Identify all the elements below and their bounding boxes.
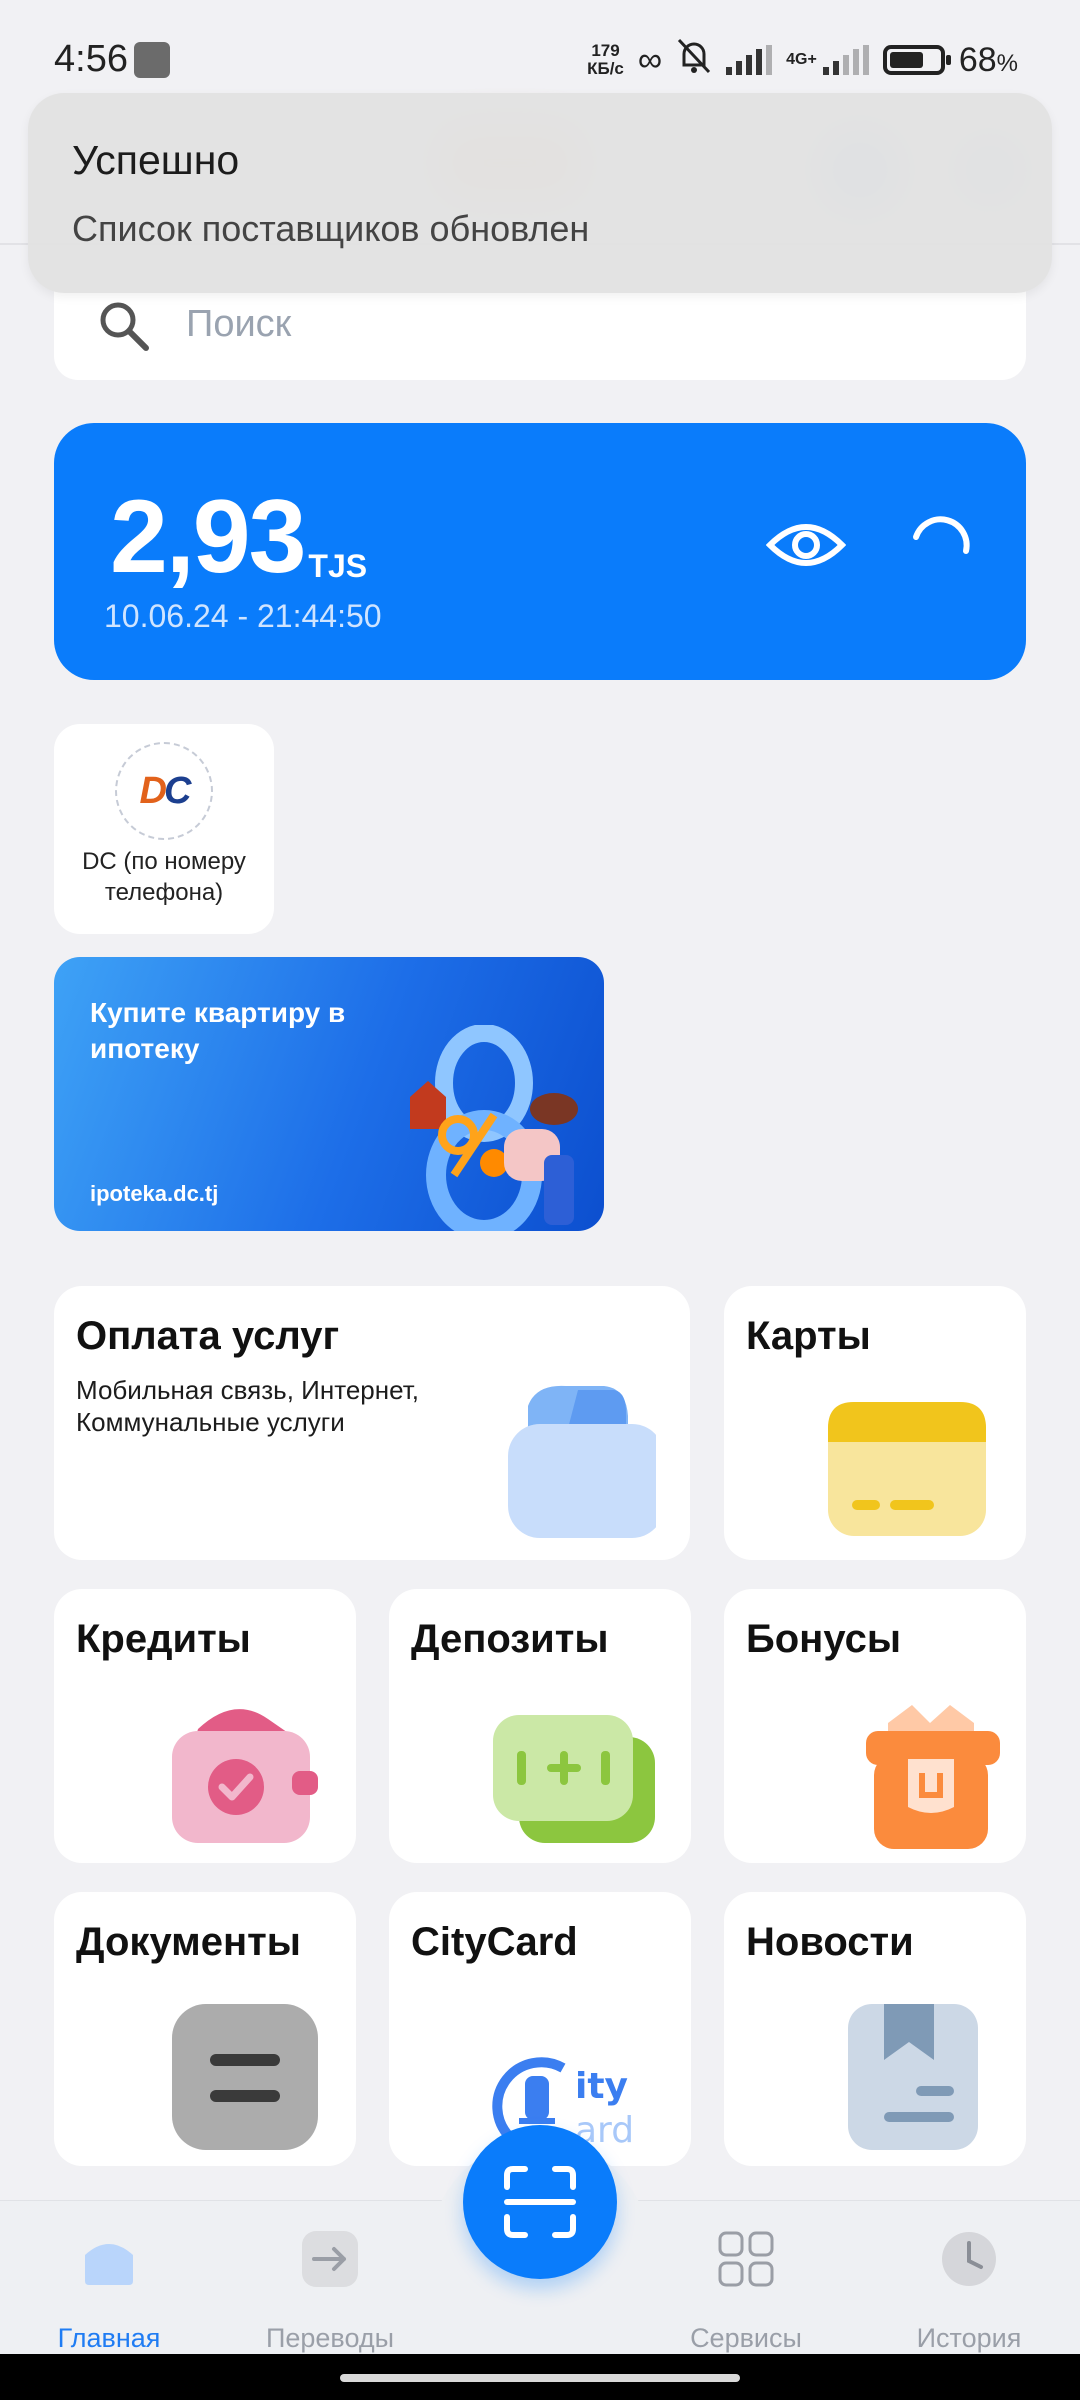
battery-icon bbox=[882, 45, 951, 75]
tile-bonuses[interactable]: Бонусы bbox=[724, 1589, 1026, 1863]
banner-title: Купите квартиру в ипотеку bbox=[90, 997, 346, 1064]
mortgage-banner[interactable]: Купите квартиру в ипотеку ipoteka.dc.tj bbox=[54, 957, 604, 1231]
news-bookmark-icon bbox=[848, 2004, 978, 2150]
banner-link: ipoteka.dc.tj bbox=[90, 1181, 219, 1206]
toast-title: Успешно bbox=[72, 137, 240, 183]
eye-icon[interactable] bbox=[766, 515, 846, 575]
wrench-icon bbox=[134, 42, 170, 78]
success-toast[interactable]: Успешно Список поставщиков обновлен bbox=[28, 93, 1052, 293]
nav-history[interactable]: История bbox=[869, 2201, 1069, 2355]
provider-label: DC (по номеру телефона) bbox=[82, 848, 246, 906]
tile-payments[interactable]: Оплата услуг Мобильная связь, Интернет, … bbox=[54, 1286, 690, 1560]
system-home-bar bbox=[0, 2354, 1080, 2400]
scan-icon bbox=[504, 2166, 576, 2238]
clock-icon bbox=[942, 2232, 996, 2286]
search-bar[interactable] bbox=[54, 290, 1026, 380]
home-icon bbox=[85, 2244, 133, 2285]
svg-text:ity: ity bbox=[575, 2066, 628, 2107]
scan-qr-button[interactable] bbox=[463, 2125, 617, 2279]
dc-logo: DC bbox=[115, 742, 213, 840]
tile-payments-subtitle: Мобильная связь, Интернет, Коммунальные … bbox=[76, 1375, 419, 1437]
home-indicator[interactable] bbox=[340, 2374, 740, 2382]
mortgage-illustration bbox=[410, 1025, 578, 1231]
status-indicators: 179 КБ/с ∞ 4G+ 68% bbox=[587, 38, 1018, 82]
balance-card[interactable]: 2,93 TJS 10.06.24 - 21:44:50 bbox=[54, 423, 1026, 680]
refresh-spinner-icon[interactable] bbox=[904, 513, 974, 583]
arrow-right-icon bbox=[302, 2231, 358, 2287]
nav-home[interactable]: Главная bbox=[9, 2201, 209, 2355]
provider-card-dc[interactable]: DC DC (по номеру телефона) bbox=[54, 724, 274, 934]
balance-currency: TJS bbox=[308, 548, 368, 584]
nav-transfers-label: Переводы bbox=[265, 2323, 395, 2353]
gift-icon bbox=[866, 1705, 1000, 1849]
balance-amount: 2,93 TJS bbox=[110, 479, 368, 595]
balance-updated: 10.06.24 - 21:44:50 bbox=[104, 598, 382, 634]
toast-message: Список поставщиков обновлен bbox=[72, 208, 590, 249]
nav-services-label: Сервисы bbox=[690, 2323, 802, 2353]
nav-transfers[interactable]: Переводы bbox=[230, 2201, 430, 2355]
nav-services[interactable]: Сервисы bbox=[646, 2201, 846, 2355]
network-speed: 179 КБ/с bbox=[587, 41, 624, 78]
tile-deposits[interactable]: Депозиты bbox=[389, 1589, 691, 1863]
status-time: 4:56 bbox=[54, 38, 128, 80]
nav-home-label: Главная bbox=[57, 2323, 161, 2353]
tile-credits[interactable]: Кредиты bbox=[54, 1589, 356, 1863]
wallet-icon bbox=[508, 1385, 656, 1538]
grid-icon bbox=[718, 2231, 774, 2287]
search-icon bbox=[100, 302, 149, 351]
tile-news[interactable]: Новости bbox=[724, 1892, 1026, 2166]
deposit-icon bbox=[493, 1715, 655, 1843]
document-icon bbox=[172, 2004, 318, 2150]
tile-cards[interactable]: Карты bbox=[724, 1286, 1026, 1560]
link-icon: ∞ bbox=[637, 40, 663, 79]
signal-icon bbox=[726, 45, 773, 75]
card-icon bbox=[828, 1402, 986, 1536]
network-type: 4G+ bbox=[786, 51, 817, 68]
tile-documents[interactable]: Документы bbox=[54, 1892, 356, 2166]
credit-wallet-icon bbox=[172, 1709, 318, 1843]
search-input[interactable] bbox=[186, 296, 966, 352]
signal-icon-2 bbox=[822, 45, 869, 75]
bell-muted-icon bbox=[676, 37, 712, 84]
battery-percent: 68% bbox=[958, 40, 1018, 79]
nav-history-label: История bbox=[916, 2323, 1022, 2353]
